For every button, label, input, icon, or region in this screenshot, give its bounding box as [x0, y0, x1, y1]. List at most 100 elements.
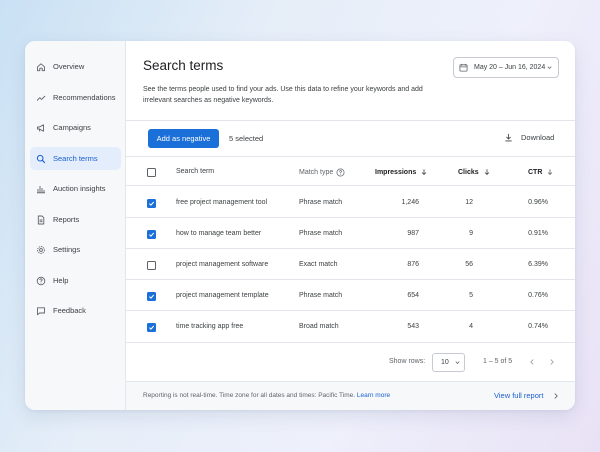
clicks-label: Clicks	[458, 168, 479, 176]
sidebar-item-label: Campaigns	[53, 123, 91, 132]
gear-icon	[37, 245, 45, 254]
sidebar-item-label: Feedback	[53, 306, 86, 315]
document-icon	[37, 215, 45, 224]
rows-per-page-label: Show rows:	[389, 358, 426, 365]
row-checkbox[interactable]	[147, 292, 156, 301]
chevron-right-icon	[554, 392, 559, 399]
sidebar-item-help[interactable]: Help	[30, 269, 121, 292]
match-type-label: Match type	[299, 169, 334, 176]
checkmark-icon	[149, 294, 155, 299]
download-icon	[505, 133, 512, 142]
sidebar-item-campaigns[interactable]: Campaigns	[30, 116, 121, 139]
selected-count: 5 selected	[229, 134, 264, 143]
row-checkbox[interactable]	[147, 230, 156, 239]
add-as-negative-button[interactable]: Add as negative	[148, 129, 219, 148]
match-type-cell: Phrase match	[299, 230, 343, 237]
clicks-cell: 9	[469, 230, 473, 237]
column-header-ctr[interactable]: CTR	[528, 168, 554, 176]
chevron-left-icon[interactable]	[528, 358, 536, 366]
impressions-cell: 543	[407, 323, 419, 330]
search-term-cell: time tracking app free	[176, 323, 244, 330]
divider	[126, 156, 575, 157]
sort-down-icon	[548, 169, 553, 176]
divider	[126, 310, 575, 311]
reporting-note: Reporting is not real-time. Time zone fo…	[143, 392, 390, 399]
checkmark-icon	[149, 201, 155, 206]
search-term-cell: free project management tool	[176, 199, 268, 206]
match-type-cell: Phrase match	[299, 292, 343, 299]
trend-icon	[36, 95, 46, 101]
clicks-cell: 5	[469, 292, 473, 299]
date-range-picker[interactable]: May 20 – Jun 16, 2024	[453, 57, 559, 78]
download-button[interactable]: Download	[504, 133, 554, 142]
impressions-cell: 654	[407, 292, 419, 299]
column-header-match-type[interactable]: Match type	[299, 168, 345, 177]
sidebar-item-label: Auction insights	[53, 184, 106, 193]
download-label: Download	[521, 133, 555, 142]
impressions-cell: 876	[407, 261, 419, 268]
main-card: Overview Recommendations Campaigns Searc…	[25, 41, 575, 410]
sidebar-item-reports[interactable]: Reports	[30, 208, 121, 231]
checkmark-icon	[149, 325, 155, 330]
ctr-cell: 0.91%	[528, 230, 548, 237]
chevron-right-icon[interactable]	[548, 358, 556, 366]
divider	[126, 185, 575, 186]
view-full-report-label: View full report	[494, 391, 544, 400]
rows-per-page-value: 10	[441, 359, 449, 366]
rows-per-page-select[interactable]: 10	[432, 353, 465, 372]
column-header-impressions[interactable]: Impressions	[375, 168, 428, 176]
row-checkbox[interactable]	[147, 199, 156, 208]
sidebar-item-settings[interactable]: Settings	[30, 238, 121, 261]
row-checkbox[interactable]	[147, 323, 156, 332]
footer-bar: Reporting is not real-time. Time zone fo…	[126, 381, 575, 410]
learn-more-link[interactable]: Learn more	[357, 392, 390, 399]
divider	[126, 248, 575, 249]
search-term-cell: project management software	[176, 261, 269, 268]
ctr-cell: 0.76%	[528, 292, 548, 299]
search-term-cell: how to manage team better	[176, 230, 262, 237]
sort-down-icon	[484, 169, 489, 176]
divider	[126, 342, 575, 343]
calendar-icon	[459, 63, 468, 72]
match-type-cell: Broad match	[299, 323, 339, 330]
view-full-report-link[interactable]: View full report	[494, 391, 560, 400]
checkmark-icon	[149, 232, 155, 237]
reporting-note-text: Reporting is not real-time. Time zone fo…	[143, 392, 356, 399]
impressions-label: Impressions	[375, 168, 417, 176]
search-term-cell: project management template	[176, 292, 269, 299]
row-checkbox[interactable]	[147, 261, 156, 270]
select-all-checkbox[interactable]	[147, 168, 156, 177]
sort-down-icon	[421, 169, 427, 176]
bar-chart-icon	[37, 185, 45, 193]
ctr-label: CTR	[528, 168, 543, 176]
sidebar-item-label: Settings	[53, 245, 81, 254]
divider	[126, 217, 575, 218]
main-panel: Search terms See the terms people used t…	[126, 41, 575, 410]
sidebar-item-label: Overview	[53, 62, 85, 71]
sidebar-item-overview[interactable]: Overview	[30, 55, 121, 78]
impressions-cell: 987	[407, 230, 419, 237]
sidebar-item-recommendations[interactable]: Recommendations	[30, 86, 121, 109]
clicks-cell: 12	[465, 199, 473, 206]
impressions-cell: 1,246	[401, 199, 419, 206]
divider	[126, 120, 575, 121]
chevron-down-icon	[455, 361, 460, 364]
sidebar-item-auction-insights[interactable]: Auction insights	[30, 177, 121, 200]
ctr-cell: 0.74%	[528, 323, 548, 330]
home-icon	[37, 62, 45, 71]
pagination-range: 1 – 5 of 5	[483, 358, 513, 365]
date-range-text: May 20 – Jun 16, 2024	[474, 64, 546, 71]
column-header-clicks[interactable]: Clicks	[458, 168, 491, 176]
search-icon	[36, 154, 46, 163]
sidebar-item-search-terms[interactable]: Search terms	[30, 147, 121, 170]
sidebar-item-label: Help	[53, 276, 69, 285]
sidebar-item-feedback[interactable]: Feedback	[30, 299, 121, 322]
page-description: See the terms people used to find your a…	[143, 86, 423, 104]
help-icon[interactable]	[336, 168, 345, 177]
page-title: Search terms	[143, 58, 224, 73]
clicks-cell: 4	[469, 323, 473, 330]
chevron-down-icon	[547, 66, 552, 69]
sidebar-item-label: Search terms	[53, 154, 98, 163]
sidebar: Overview Recommendations Campaigns Searc…	[25, 41, 126, 410]
megaphone-icon	[37, 123, 44, 132]
